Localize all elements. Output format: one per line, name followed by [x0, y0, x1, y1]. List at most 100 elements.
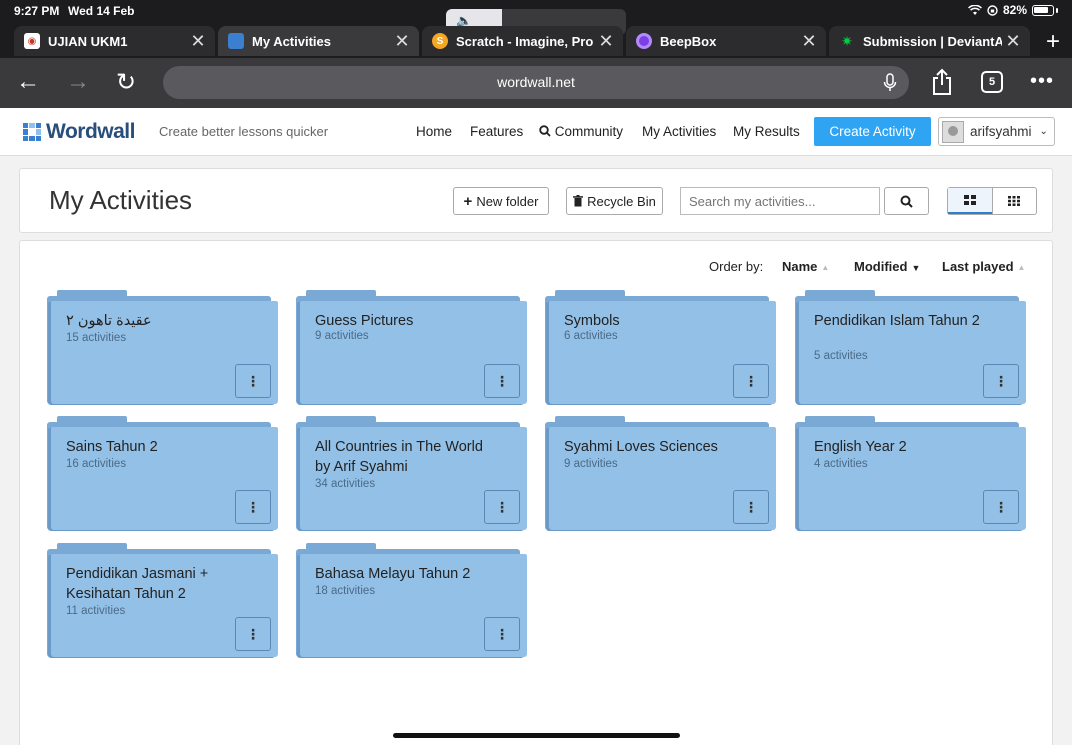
new-folder-button[interactable]: + New folder	[453, 187, 549, 215]
folder-menu-button[interactable]: ⋮	[733, 364, 769, 398]
close-icon[interactable]: ✕	[187, 31, 209, 52]
folder-menu-button[interactable]: ⋮	[235, 490, 271, 524]
folder-menu-button[interactable]: ⋮	[733, 490, 769, 524]
large-grid-view-button[interactable]	[948, 188, 992, 214]
status-date: Wed 14 Feb	[68, 4, 135, 18]
logo-grid-icon	[23, 123, 41, 141]
search-input[interactable]	[680, 187, 880, 215]
tab-my-activities[interactable]: My Activities ✕	[218, 26, 419, 56]
folder-name: English Year 2	[814, 439, 907, 455]
orientation-lock-icon	[987, 4, 998, 16]
beepbox-favicon-icon	[636, 33, 652, 49]
kebab-icon: ⋮	[495, 372, 509, 389]
sort-last-played-label: Last played	[942, 259, 1014, 274]
nav-features[interactable]: Features	[470, 124, 523, 139]
new-tab-icon[interactable]: +	[1046, 28, 1060, 56]
close-icon[interactable]: ✕	[595, 31, 617, 52]
microphone-icon[interactable]	[883, 73, 897, 93]
folder-activity-count: 16 activities	[66, 458, 127, 470]
folder-card[interactable]: Pendidikan Jasmani + Kesihatan Tahun 2 11…	[47, 543, 278, 659]
large-grid-icon	[963, 195, 976, 205]
tagline: Create better lessons quicker	[159, 124, 329, 139]
kebab-icon: ⋮	[495, 498, 509, 515]
small-grid-view-button[interactable]	[991, 188, 1037, 214]
status-right: 82%	[968, 3, 1058, 17]
kebab-icon: ⋮	[246, 372, 260, 389]
folder-card[interactable]: عقيدة تاهون ٢ 15 activities ⋮	[47, 290, 278, 406]
folder-activity-count: 9 activities	[315, 330, 369, 342]
folder-activity-count: 9 activities	[564, 458, 618, 470]
tab-scratch[interactable]: S Scratch - Imagine, Pro ✕	[422, 26, 623, 56]
browser-chrome: 9:27 PM Wed 14 Feb 82% 🔈 ◉ UJIAN UKM1 ✕ …	[0, 0, 1072, 108]
folder-card[interactable]: Sains Tahun 2 16 activities ⋮	[47, 416, 278, 532]
nav-home[interactable]: Home	[416, 124, 452, 139]
folder-menu-button[interactable]: ⋮	[484, 490, 520, 524]
kebab-icon: ⋮	[246, 498, 260, 515]
tab-title: Scratch - Imagine, Pro	[456, 33, 594, 49]
folder-menu-button[interactable]: ⋮	[235, 364, 271, 398]
scratch-favicon-icon: S	[432, 33, 448, 49]
folder-card[interactable]: English Year 2 4 activities ⋮	[795, 416, 1026, 532]
address-bar[interactable]: wordwall.net	[163, 66, 909, 99]
tab-title: UJIAN UKM1	[48, 33, 128, 49]
kebab-icon: ⋮	[246, 625, 260, 642]
create-activity-button[interactable]: Create Activity	[814, 117, 931, 146]
folder-card[interactable]: Pendidikan Islam Tahun 2 5 activities ⋮	[795, 290, 1026, 406]
order-by-label: Order by:	[709, 259, 764, 274]
more-icon[interactable]: •••	[1030, 70, 1054, 93]
battery-nub	[1056, 7, 1058, 13]
folder-card[interactable]: All Countries in The World by Arif Syahm…	[296, 416, 527, 532]
reload-icon[interactable]: ↻	[116, 68, 136, 97]
folder-menu-button[interactable]: ⋮	[484, 617, 520, 651]
tab-count-button[interactable]: 5	[981, 71, 1003, 93]
tab-ujian-ukm1[interactable]: ◉ UJIAN UKM1 ✕	[14, 26, 215, 56]
sort-by-last-played[interactable]: Last played ▲	[942, 259, 1025, 274]
close-icon[interactable]: ✕	[798, 31, 820, 52]
status-time: 9:27 PM	[14, 4, 60, 18]
folder-menu-button[interactable]: ⋮	[983, 490, 1019, 524]
close-icon[interactable]: ✕	[391, 31, 413, 52]
sort-by-name[interactable]: Name ▲	[782, 259, 829, 274]
title-panel: My Activities + New folder Recycle Bin	[19, 168, 1053, 233]
folder-menu-button[interactable]: ⋮	[983, 364, 1019, 398]
sort-by-modified[interactable]: Modified ▼	[854, 259, 920, 274]
deviantart-favicon-icon: ✷	[841, 32, 853, 49]
folder-menu-button[interactable]: ⋮	[235, 617, 271, 651]
home-indicator	[393, 733, 680, 738]
folder-name: Guess Pictures	[315, 313, 414, 329]
site-header: Wordwall Create better lessons quicker H…	[0, 108, 1072, 156]
kebab-icon: ⋮	[495, 625, 509, 642]
folder-card[interactable]: Symbols 6 activities ⋮	[545, 290, 776, 406]
folder-name: Syahmi Loves Sciences	[564, 439, 718, 455]
nav-community-label: Community	[554, 124, 624, 139]
folder-menu-button[interactable]: ⋮	[484, 364, 520, 398]
kebab-icon: ⋮	[994, 372, 1008, 389]
nav-my-results[interactable]: My Results	[733, 124, 800, 139]
tab-beepbox[interactable]: BeepBox ✕	[626, 26, 826, 56]
user-menu[interactable]: arifsyahmi ⌄	[938, 117, 1055, 146]
nav-my-activities[interactable]: My Activities	[642, 124, 716, 139]
folder-card[interactable]: Bahasa Melayu Tahun 2 18 activities ⋮	[296, 543, 527, 659]
tab-deviantart[interactable]: ✷ Submission | DeviantA ✕	[829, 26, 1030, 56]
tab-title: BeepBox	[660, 33, 717, 49]
search-button[interactable]	[884, 187, 929, 215]
folder-name: All Countries in The World by Arif Syahm…	[315, 439, 483, 475]
folder-card[interactable]: Guess Pictures 9 activities ⋮	[296, 290, 527, 406]
wifi-icon	[968, 4, 982, 15]
forward-icon[interactable]: →	[66, 68, 90, 96]
folder-name: Symbols	[564, 313, 620, 329]
recycle-bin-button[interactable]: Recycle Bin	[566, 187, 663, 215]
folder-activity-count: 18 activities	[315, 585, 376, 597]
share-icon[interactable]	[930, 68, 954, 96]
sort-down-icon: ▼	[911, 263, 921, 273]
back-icon[interactable]: ←	[16, 68, 40, 96]
battery-percent: 82%	[1002, 3, 1027, 17]
folder-card[interactable]: Syahmi Loves Sciences 9 activities ⋮	[545, 416, 776, 532]
nav-community[interactable]: Community	[539, 124, 623, 139]
wordwall-logo[interactable]: Wordwall	[23, 120, 135, 144]
folder-activity-count: 6 activities	[564, 330, 618, 342]
folder-activity-count: 11 activities	[66, 605, 126, 617]
folder-name: Sains Tahun 2	[66, 439, 158, 455]
folder-activity-count: 5 activities	[814, 350, 868, 362]
close-icon[interactable]: ✕	[1002, 31, 1024, 52]
